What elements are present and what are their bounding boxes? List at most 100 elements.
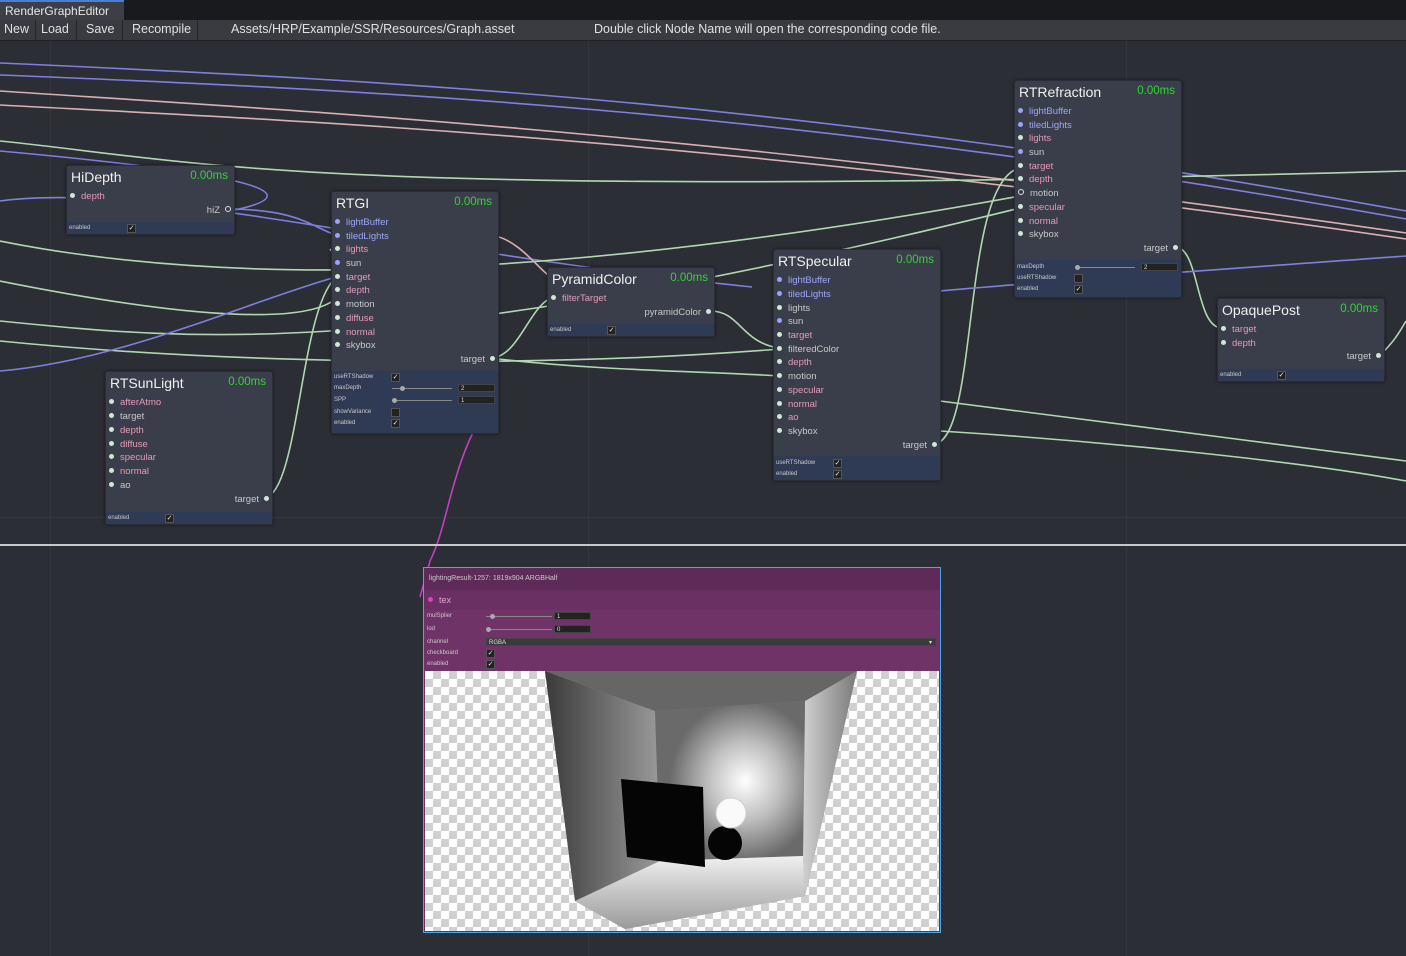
- port-tex[interactable]: tex: [428, 595, 451, 605]
- checkboard-checkbox[interactable]: ✓: [486, 649, 495, 658]
- port-lights[interactable]: lights: [777, 303, 810, 314]
- save-button[interactable]: Save: [82, 20, 123, 40]
- port-sun[interactable]: sun: [335, 258, 361, 269]
- load-button[interactable]: Load: [37, 20, 77, 40]
- split-divider[interactable]: [0, 544, 1406, 546]
- lod-field[interactable]: 0: [554, 625, 591, 633]
- maxdepth-field[interactable]: 2: [1141, 263, 1178, 271]
- enabled-checkbox[interactable]: ✓: [607, 326, 616, 335]
- port-normal[interactable]: normal: [1018, 216, 1058, 227]
- port-lightbuffer[interactable]: lightBuffer: [777, 275, 831, 286]
- port-motion[interactable]: motion: [335, 299, 375, 310]
- lod-slider[interactable]: [486, 629, 552, 630]
- node-title[interactable]: PyramidColor: [552, 271, 637, 287]
- port-depth[interactable]: depth: [335, 285, 370, 296]
- port-target[interactable]: target: [1221, 324, 1256, 335]
- port-normal[interactable]: normal: [335, 327, 375, 338]
- port-depth[interactable]: depth: [70, 191, 105, 202]
- port-ao[interactable]: ao: [109, 480, 131, 491]
- port-pyramidcolor[interactable]: pyramidColor: [645, 307, 711, 318]
- recompile-button[interactable]: Recompile: [128, 20, 198, 40]
- usertshadow-checkbox[interactable]: ✓: [391, 373, 400, 382]
- node-rtspecular[interactable]: RTSpecular 0.00ms lightBuffer tiledLights…: [773, 249, 941, 481]
- port-lightbuffer[interactable]: lightBuffer: [1018, 106, 1072, 117]
- port-depth[interactable]: depth: [777, 357, 812, 368]
- graph-canvas[interactable]: HiDepth 0.00ms depth hiZ enabled ✓ RTGI 0.…: [0, 41, 1406, 956]
- port-lightbuffer[interactable]: lightBuffer: [335, 217, 389, 228]
- maxdepth-field[interactable]: 2: [458, 384, 495, 392]
- port-target[interactable]: target: [109, 411, 144, 422]
- node-title[interactable]: OpaquePost: [1222, 302, 1300, 318]
- channel-dropdown[interactable]: RGBA ▾: [486, 638, 936, 646]
- port-sun[interactable]: sun: [1018, 147, 1044, 158]
- port-skybox[interactable]: skybox: [1018, 229, 1059, 240]
- port-motion[interactable]: motion: [1018, 188, 1059, 199]
- port-tiledlights[interactable]: tiledLights: [335, 231, 389, 242]
- port-afteratmo[interactable]: afterAtmo: [109, 397, 161, 408]
- port-specular[interactable]: specular: [1018, 202, 1065, 213]
- node-texture-preview[interactable]: lightingResult-1257: 1819x904 ARGBHalf t…: [423, 567, 941, 933]
- enabled-checkbox[interactable]: ✓: [165, 514, 174, 523]
- port-target[interactable]: target: [335, 272, 370, 283]
- port-hiz[interactable]: hiZ: [207, 205, 231, 216]
- maxdepth-slider[interactable]: [1075, 267, 1135, 268]
- node-opaquepost[interactable]: OpaquePost 0.00ms target depth target ena…: [1217, 298, 1385, 382]
- port-filteredcolor[interactable]: filteredColor: [777, 344, 839, 355]
- node-title[interactable]: RTRefraction: [1019, 84, 1101, 100]
- port-target-out[interactable]: target: [903, 440, 937, 451]
- slider-knob[interactable]: [486, 627, 491, 632]
- port-depth[interactable]: depth: [1018, 174, 1053, 185]
- port-target-out[interactable]: target: [1144, 243, 1178, 254]
- node-title[interactable]: RTGI: [336, 195, 369, 211]
- node-title[interactable]: HiDepth: [71, 169, 122, 185]
- enabled-checkbox[interactable]: ✓: [1074, 285, 1083, 294]
- enabled-checkbox[interactable]: ✓: [486, 660, 495, 669]
- slider-knob[interactable]: [490, 614, 495, 619]
- enabled-checkbox[interactable]: ✓: [127, 224, 136, 233]
- node-rtrefraction[interactable]: RTRefraction 0.00ms lightBuffer tiledLigh…: [1014, 80, 1182, 298]
- enabled-checkbox[interactable]: ✓: [1277, 371, 1286, 380]
- port-diffuse[interactable]: diffuse: [109, 439, 148, 450]
- port-target[interactable]: target: [777, 330, 812, 341]
- node-title[interactable]: RTSunLight: [110, 375, 184, 391]
- port-tiledlights[interactable]: tiledLights: [1018, 120, 1072, 131]
- window-tab[interactable]: RenderGraphEditor: [0, 0, 124, 20]
- usertshadow-checkbox[interactable]: [1074, 274, 1083, 283]
- node-rtgi[interactable]: RTGI 0.00ms lightBuffer tiledLights light…: [331, 191, 499, 434]
- showvariance-checkbox[interactable]: [391, 408, 400, 417]
- port-skybox[interactable]: skybox: [335, 340, 376, 351]
- port-target-out[interactable]: target: [235, 494, 269, 505]
- port-tiledlights[interactable]: tiledLights: [777, 289, 831, 300]
- node-pyramidcolor[interactable]: PyramidColor 0.00ms filterTarget pyramidC…: [547, 267, 715, 337]
- port-filtertarget[interactable]: filterTarget: [551, 293, 606, 304]
- node-title[interactable]: RTSpecular: [778, 253, 852, 269]
- slider-knob[interactable]: [392, 398, 397, 403]
- port-normal[interactable]: normal: [109, 466, 149, 477]
- port-lights[interactable]: lights: [335, 244, 368, 255]
- multiplier-slider[interactable]: [486, 616, 552, 617]
- spp-field[interactable]: 1: [458, 396, 495, 404]
- new-button[interactable]: New: [0, 20, 36, 40]
- usertshadow-checkbox[interactable]: ✓: [833, 459, 842, 468]
- node-hidepth[interactable]: HiDepth 0.00ms depth hiZ enabled ✓: [66, 165, 235, 235]
- port-motion[interactable]: motion: [777, 371, 817, 382]
- port-target-out[interactable]: target: [1347, 351, 1381, 362]
- port-diffuse[interactable]: diffuse: [335, 313, 374, 324]
- port-depth[interactable]: depth: [1221, 338, 1256, 349]
- port-skybox[interactable]: skybox: [777, 426, 818, 437]
- slider-knob[interactable]: [1075, 265, 1080, 270]
- port-specular[interactable]: specular: [109, 452, 156, 463]
- port-target-out[interactable]: target: [461, 354, 495, 365]
- port-lights[interactable]: lights: [1018, 133, 1051, 144]
- spp-slider[interactable]: [392, 400, 452, 401]
- enabled-checkbox[interactable]: ✓: [833, 470, 842, 479]
- enabled-checkbox[interactable]: ✓: [391, 419, 400, 428]
- node-rtsunlight[interactable]: RTSunLight 0.00ms afterAtmo target depth …: [105, 371, 273, 525]
- port-sun[interactable]: sun: [777, 316, 803, 327]
- slider-knob[interactable]: [400, 386, 405, 391]
- port-target[interactable]: target: [1018, 161, 1053, 172]
- port-depth[interactable]: depth: [109, 425, 144, 436]
- port-specular[interactable]: specular: [777, 385, 824, 396]
- multiplier-field[interactable]: 1: [554, 612, 591, 620]
- port-normal[interactable]: normal: [777, 399, 817, 410]
